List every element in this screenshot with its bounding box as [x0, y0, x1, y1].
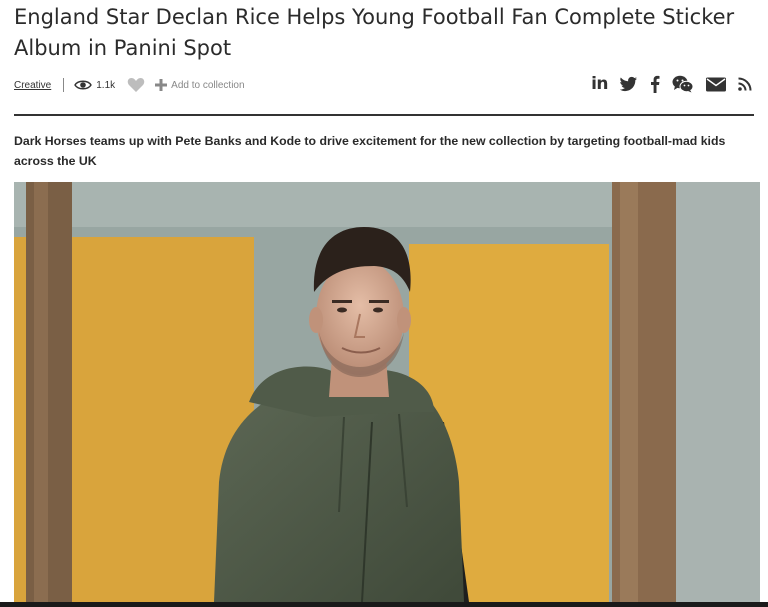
views-count-value: 1.1k — [96, 79, 116, 91]
meta-divider — [63, 78, 65, 92]
plus-icon — [155, 79, 168, 91]
hero-illustration — [14, 182, 760, 602]
header-divider — [14, 114, 754, 116]
article-subtitle: Dark Horses teams up with Pete Banks and… — [14, 134, 726, 168]
hero-image — [14, 182, 760, 602]
bottom-border — [0, 602, 768, 607]
article-title: England Star Declan Rice Helps Young Foo… — [14, 5, 735, 60]
email-icon[interactable] — [706, 77, 726, 92]
facebook-icon[interactable] — [650, 75, 660, 93]
share-bar: in — [591, 73, 752, 95]
article-meta: Creative 1.1k Add to collection — [14, 76, 245, 94]
category-link[interactable]: Creative — [14, 80, 51, 91]
rss-icon[interactable] — [738, 77, 752, 91]
twitter-icon[interactable] — [620, 76, 638, 92]
views-count: 1.1k — [74, 79, 115, 91]
linkedin-icon[interactable]: in — [591, 74, 608, 94]
like-button[interactable] — [127, 77, 145, 93]
heart-icon — [127, 78, 145, 92]
eye-icon — [74, 80, 93, 90]
add-to-collection-label: Add to collection — [171, 79, 245, 91]
add-to-collection-button[interactable]: Add to collection — [155, 79, 245, 91]
wechat-icon[interactable] — [672, 75, 694, 93]
